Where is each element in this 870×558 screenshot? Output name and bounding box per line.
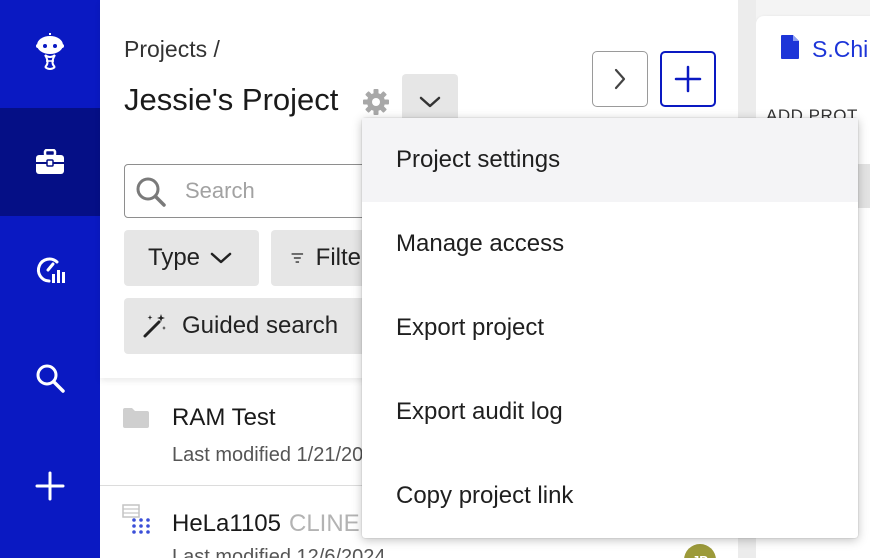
search-icon [36, 364, 65, 393]
magic-wand-icon [143, 314, 166, 338]
type-filter-label: Type [148, 244, 201, 271]
nav-item-search[interactable] [0, 324, 100, 432]
document-tab-label: S.Chi [812, 36, 869, 62]
filter-icon [291, 253, 304, 263]
item-name: HeLa1105 CLINE [172, 510, 360, 538]
search-icon [136, 177, 166, 207]
nav-rail [0, 0, 100, 558]
item-modified: Last modified 12/6/2024 [172, 546, 386, 558]
item-modified: Last modified 1/21/2025 [172, 444, 386, 466]
mascot-logo-icon [36, 33, 64, 70]
folder-icon [123, 408, 149, 428]
guided-search-label: Guided search [182, 312, 339, 339]
new-item-button[interactable] [660, 51, 716, 107]
dataset-grid-icon [122, 504, 150, 534]
page-title: Jessie's Project [124, 82, 339, 117]
item-title: HeLa1105 [172, 510, 281, 537]
nav-item-dashboard[interactable] [0, 216, 100, 324]
gear-icon[interactable] [362, 88, 390, 116]
search-input[interactable] [185, 175, 375, 207]
nav-item-add[interactable] [0, 432, 100, 540]
nav-item-home[interactable] [0, 0, 100, 108]
nav-item-projects[interactable] [0, 108, 100, 216]
plus-icon [35, 471, 65, 501]
menu-item-manage-access[interactable]: Manage access [362, 202, 858, 286]
gauge-chart-icon [36, 257, 65, 283]
search-field[interactable] [124, 164, 384, 218]
project-dropdown-menu: Project settings Manage access Export pr… [362, 118, 858, 538]
menu-item-copy-project-link[interactable]: Copy project link [362, 454, 858, 538]
item-name: RAM Test [172, 404, 276, 431]
menu-item-export-project[interactable]: Export project [362, 286, 858, 370]
type-filter-button[interactable]: Type [124, 230, 259, 286]
briefcase-icon [36, 149, 64, 174]
avatar: JP [684, 544, 716, 558]
breadcrumb[interactable]: Projects / [124, 36, 220, 63]
chevron-right-icon [614, 68, 626, 90]
document-toolbar[interactable] [858, 164, 870, 208]
document-icon [781, 35, 799, 59]
menu-item-project-settings[interactable]: Project settings [362, 118, 858, 202]
plus-icon [674, 65, 702, 93]
guided-search-button[interactable]: Guided search [124, 298, 374, 354]
menu-item-export-audit-log[interactable]: Export audit log [362, 370, 858, 454]
item-tag: CLINE [288, 510, 360, 537]
document-tab[interactable]: S.Chi [756, 16, 870, 80]
forward-button[interactable] [592, 51, 648, 107]
chevron-down-icon [419, 96, 441, 108]
chevron-down-icon [210, 252, 232, 264]
